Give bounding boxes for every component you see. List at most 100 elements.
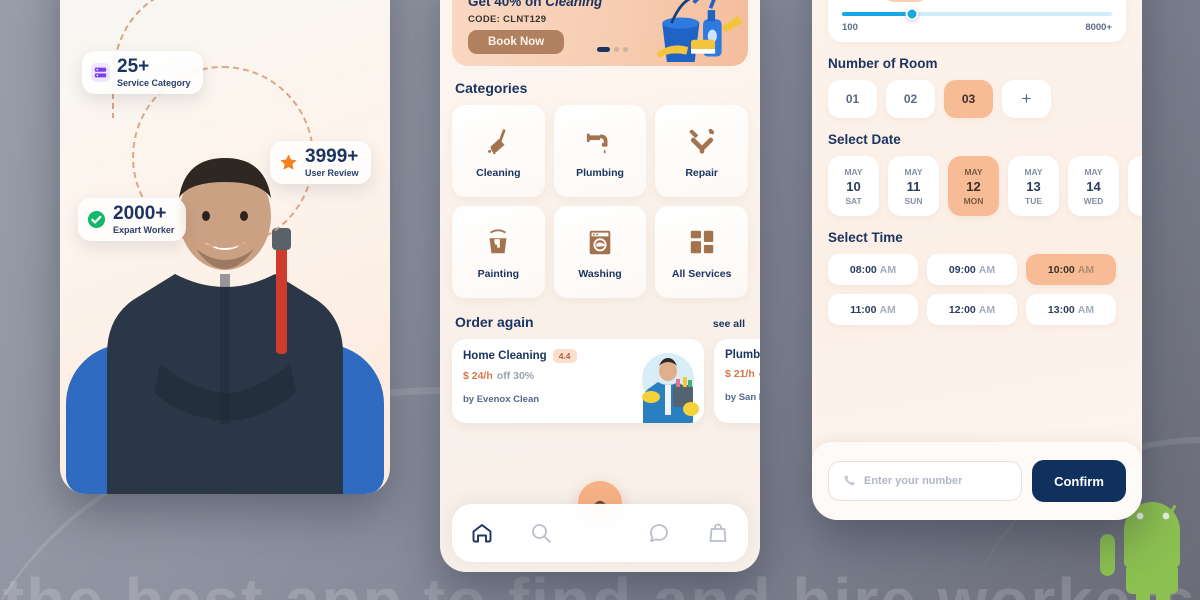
carousel-dot-active[interactable] <box>597 47 610 52</box>
promo-carousel-dots[interactable] <box>597 47 628 52</box>
category-painting[interactable]: Painting <box>452 206 545 298</box>
order-discount: off <box>759 368 760 380</box>
nav-bag-icon[interactable] <box>705 520 731 546</box>
date-day: 10 <box>846 178 861 194</box>
date-strip[interactable]: MAY 10 SAT MAY 11 SUN MAY 12 MON MAY 13 <box>828 156 1142 216</box>
order-again-title: Order again <box>455 314 534 330</box>
date-month: MAY <box>1084 166 1103 177</box>
date-weekday: SUN <box>904 195 923 206</box>
date-weekday: SAT <box>845 195 862 206</box>
category-cleaning[interactable]: Cleaning <box>452 105 545 197</box>
time-ampm: AM <box>1077 263 1095 276</box>
tools-icon <box>685 124 719 158</box>
time-ampm: AM <box>978 303 996 316</box>
bottom-navigation-bar <box>452 504 748 562</box>
date-card-clipped[interactable]: MA 1 WE <box>1128 156 1142 216</box>
order-card-plumbing[interactable]: Plumbing $ 21/h off by San Plu <box>714 339 760 423</box>
phone-number-field[interactable]: Enter your number <box>828 461 1022 501</box>
time-ampm: AM <box>879 263 897 276</box>
room-chip-03-selected[interactable]: 03 <box>944 80 993 118</box>
order-card-home-cleaning[interactable]: Home Cleaning 4.4 $ 24/h off 30% by Eveno… <box>452 339 704 423</box>
time-value: 08:00 <box>849 263 877 276</box>
confirm-button[interactable]: Confirm <box>1032 460 1126 502</box>
room-add-button[interactable]: + <box>1002 80 1051 118</box>
date-weekday: WED <box>1083 195 1104 206</box>
date-card[interactable]: MAY 13 TUE <box>1008 156 1059 216</box>
date-weekday: MON <box>963 195 984 206</box>
category-all-services[interactable]: All Services <box>655 206 748 298</box>
washing-machine-icon <box>583 225 617 259</box>
category-label: All Services <box>671 267 732 280</box>
order-rating-badge: 4.4 <box>552 349 577 363</box>
room-chip-01[interactable]: 01 <box>828 80 877 118</box>
time-value: 09:00 <box>948 263 976 276</box>
nav-chat-icon[interactable] <box>646 520 672 546</box>
time-slot-selected[interactable]: 10:00 AM <box>1026 254 1116 285</box>
category-washing[interactable]: Washing <box>553 206 647 298</box>
time-value: 13:00 <box>1047 303 1075 316</box>
date-card[interactable]: MAY 11 SUN <box>888 156 939 216</box>
cleaning-supplies-image <box>656 0 742 63</box>
phone-placeholder: Enter your number <box>864 475 963 487</box>
date-day: 13 <box>1026 178 1041 194</box>
order-again-list: Home Cleaning 4.4 $ 24/h off 30% by Eveno… <box>452 339 760 423</box>
badge-service-category: 25+ Service Category <box>82 51 203 94</box>
time-ampm: AM <box>978 263 996 276</box>
badge-user-review: 3999+ User Review <box>270 141 371 184</box>
promo-title-prefix: Get 40% on <box>468 0 546 9</box>
order-discount: off 30% <box>496 370 535 382</box>
date-day: 14 <box>1086 178 1101 194</box>
category-label: Painting <box>477 267 520 280</box>
order-provider: by San Plu <box>725 392 760 403</box>
phone-mockup-booking: Appartment Size(square feet) 1745 100 80… <box>812 0 1142 520</box>
order-price-value: $ 24/h <box>463 370 493 382</box>
badge-label: User Review <box>305 168 359 178</box>
badge-text-group: 3999+ User Review <box>305 147 359 178</box>
category-label: Repair <box>685 166 718 179</box>
book-now-button[interactable]: Book Now <box>468 30 565 54</box>
time-title: Select Time <box>828 230 903 245</box>
date-month: MAY <box>904 166 923 177</box>
star-icon <box>279 153 298 172</box>
time-ampm: AM <box>879 303 896 316</box>
time-slot[interactable]: 11:00 AM <box>828 294 918 325</box>
promo-banner[interactable]: Get 40% on Cleaning CODE: CLNT129 Book N… <box>452 0 748 66</box>
paint-bucket-icon <box>481 225 515 259</box>
badge-label: Service Category <box>117 78 191 88</box>
category-plumbing[interactable]: Plumbing <box>553 105 647 197</box>
see-all-link[interactable]: see all <box>713 318 745 330</box>
slider-fill <box>842 12 913 16</box>
slider-knob[interactable] <box>905 7 919 21</box>
time-slot[interactable]: 09:00 AM <box>927 254 1017 285</box>
order-again-header: Order again see all <box>455 314 745 330</box>
date-month: MAY <box>844 166 863 177</box>
time-section: Select Time 08:00 AM 09:00 AM 10:00 AM 11:0… <box>828 230 1126 325</box>
date-card[interactable]: MAY 10 SAT <box>828 156 879 216</box>
date-title: Select Date <box>828 132 901 147</box>
category-label: Plumbing <box>576 166 624 179</box>
order-price: $ 21/h off <box>725 368 760 380</box>
carousel-dot[interactable] <box>623 47 628 52</box>
category-repair[interactable]: Repair <box>655 105 748 197</box>
nav-search-icon[interactable] <box>528 520 554 546</box>
date-section: Select Date MAY 10 SAT MAY 11 SUN MAY 12… <box>828 132 1142 216</box>
time-slot[interactable]: 13:00 AM <box>1026 294 1116 325</box>
order-price-value: $ 21/h <box>725 368 755 380</box>
grid-icon <box>685 225 719 259</box>
carousel-dot[interactable] <box>614 47 619 52</box>
room-chip-02[interactable]: 02 <box>886 80 935 118</box>
time-slot[interactable]: 08:00 AM <box>828 254 918 285</box>
order-title: Plumbing <box>725 349 760 361</box>
date-card[interactable]: MAY 14 WED <box>1068 156 1119 216</box>
date-day: 11 <box>906 178 921 194</box>
badge-value: 3999+ <box>305 146 359 167</box>
promo-title-emphasis: Cleaning <box>545 0 603 9</box>
time-value: 12:00 <box>948 303 976 316</box>
promo-code: CODE: CLNT129 <box>468 14 547 25</box>
date-card-selected[interactable]: MAY 12 MON <box>948 156 999 216</box>
slider-track[interactable] <box>842 7 1112 21</box>
nav-home-icon[interactable] <box>469 520 495 546</box>
slider-min-label: 100 <box>842 22 858 33</box>
slider-range-labels: 100 8000+ <box>842 22 1112 33</box>
time-slot[interactable]: 12:00 AM <box>927 294 1017 325</box>
